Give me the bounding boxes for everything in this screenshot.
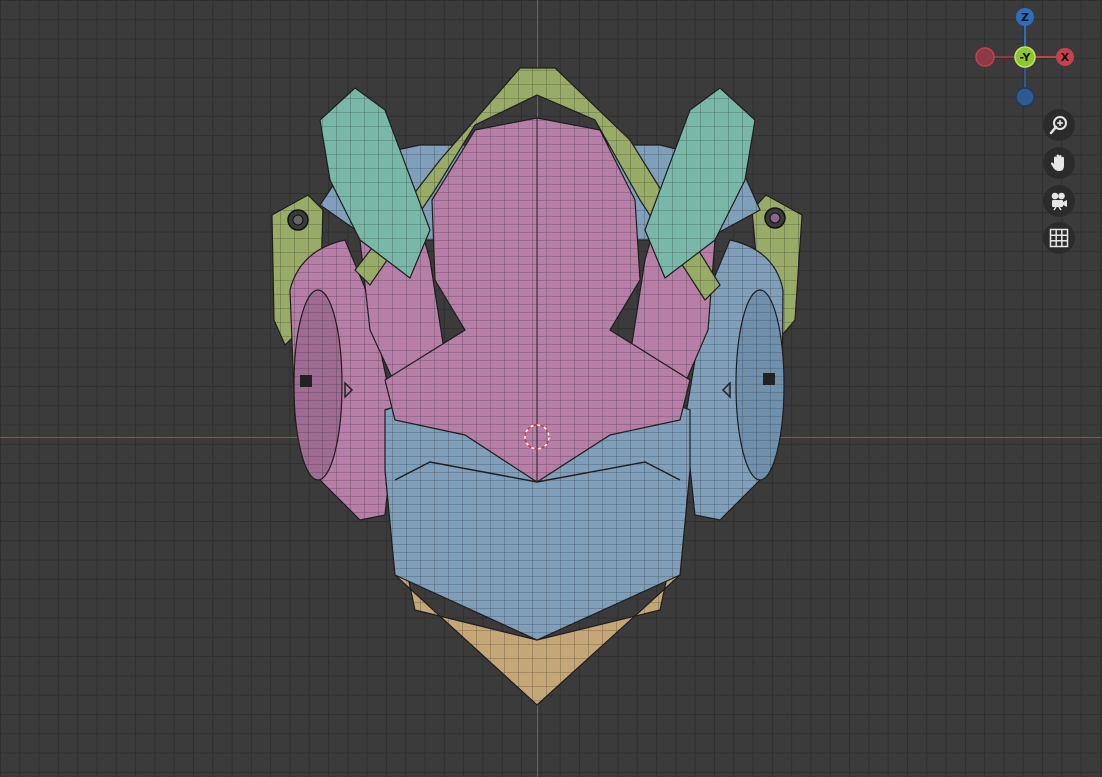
mask-mesh[interactable] — [0, 0, 1102, 777]
3d-viewport[interactable]: Z X -Y — [0, 0, 1102, 777]
grid-toggle-button[interactable] — [1043, 222, 1075, 254]
grid-icon — [1049, 228, 1069, 248]
negative-z-axis-handle[interactable] — [1015, 87, 1035, 107]
zoom-icon — [1049, 116, 1067, 135]
negative-x-axis-handle[interactable] — [975, 47, 995, 67]
z-axis-label: Z — [1021, 11, 1029, 24]
pan-button[interactable] — [1043, 147, 1075, 179]
negative-y-axis-label: -Y — [1020, 51, 1032, 64]
hand-icon — [1050, 154, 1064, 171]
camera-icon — [1051, 192, 1067, 211]
navigation-gizmo[interactable]: Z X -Y — [975, 7, 1074, 107]
camera-button[interactable] — [1043, 185, 1075, 217]
x-axis-label: X — [1061, 51, 1070, 64]
zoom-button[interactable] — [1043, 109, 1075, 141]
